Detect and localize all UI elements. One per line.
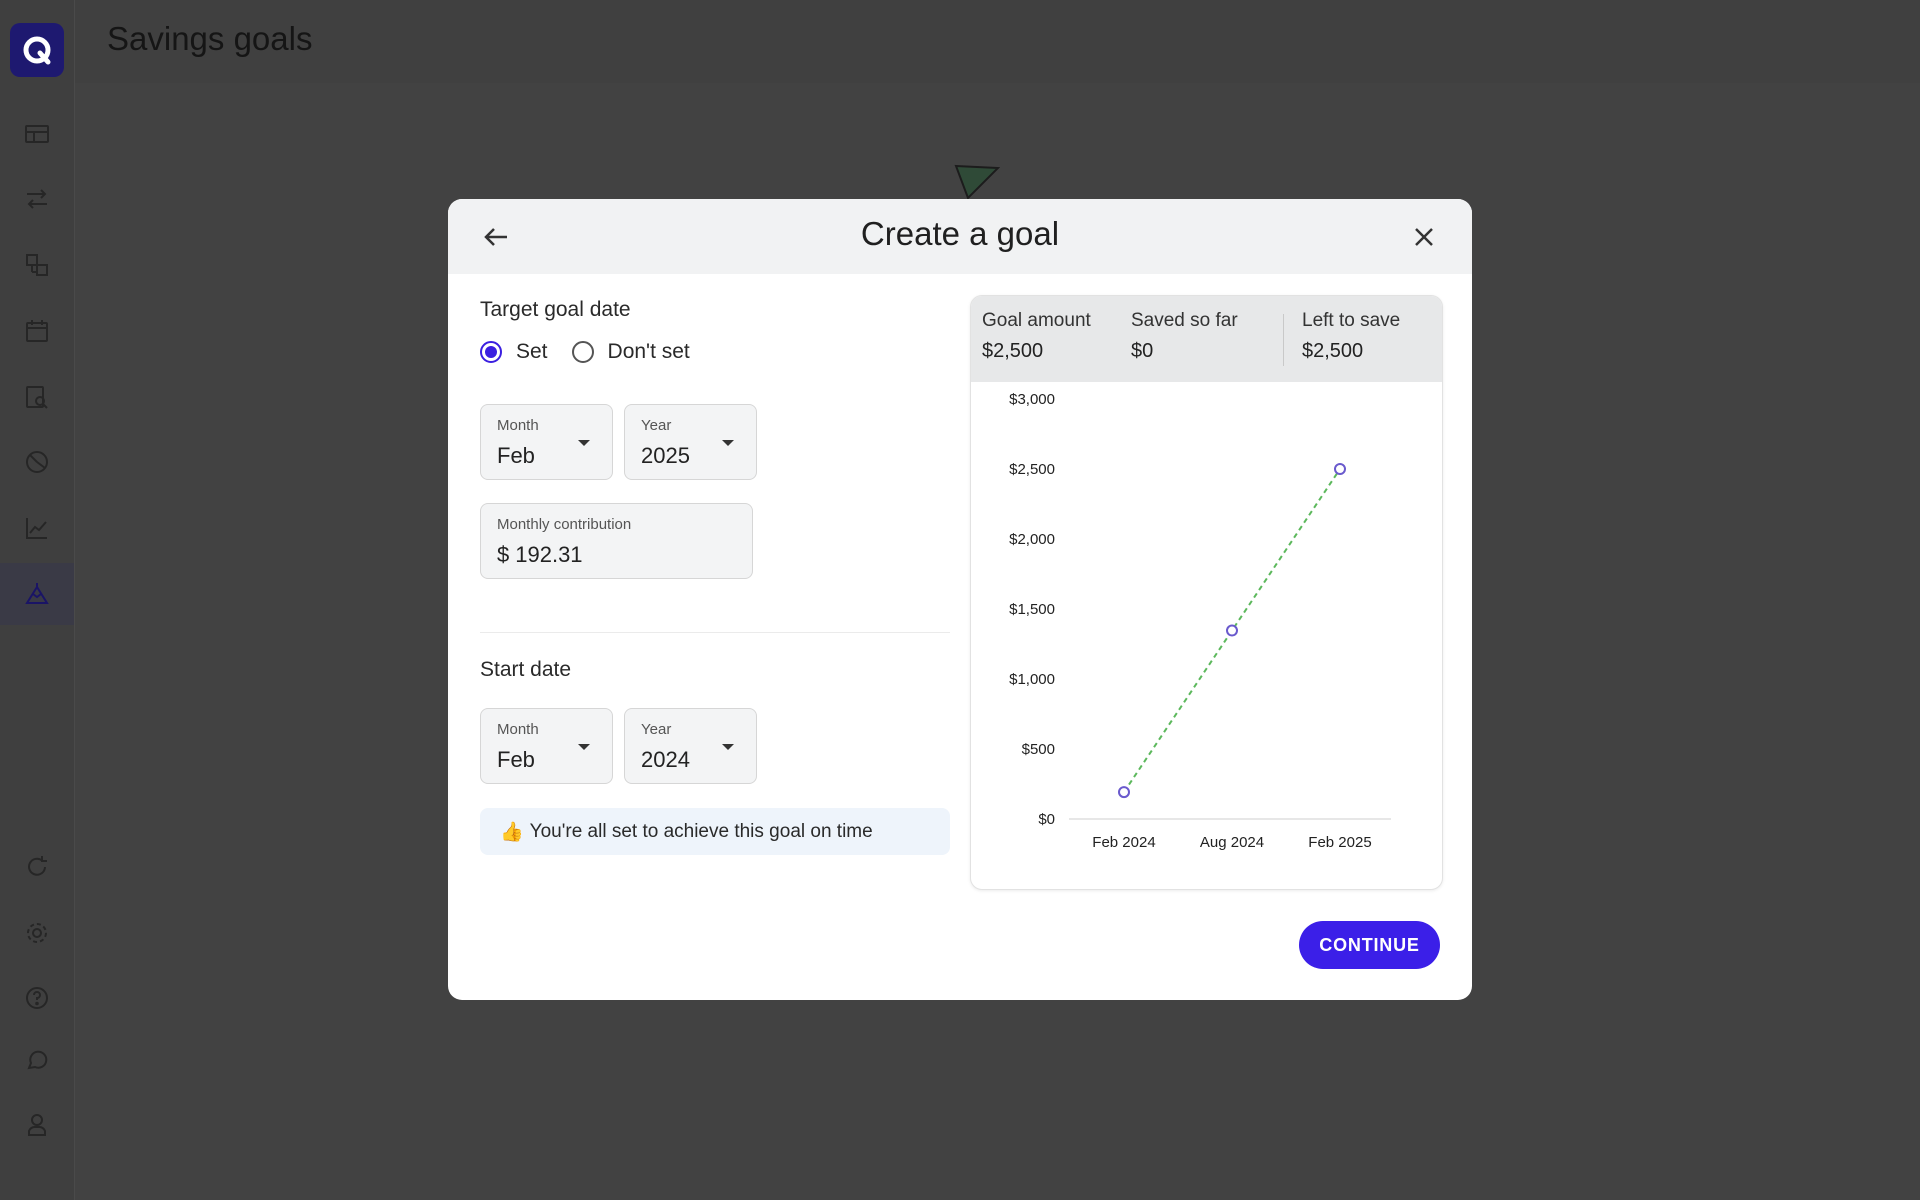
dialog-header: Create a goal	[448, 199, 1472, 274]
monthly-contribution-value[interactable]: 192.31	[515, 542, 582, 568]
sidebar-item-help[interactable]	[0, 967, 74, 1029]
create-goal-dialog: Create a goal Target goal date Set Don't…	[448, 199, 1472, 1000]
dialog-title: Create a goal	[860, 215, 1060, 252]
goal-amount-value: $2,500	[982, 340, 1044, 362]
sidebar-item-calendar[interactable]	[0, 300, 74, 362]
radio-dont-set-circle[interactable]	[571, 341, 594, 363]
y-tick-label: $1,000	[1009, 671, 1055, 688]
budget-pie-icon	[26, 451, 48, 473]
target-month-label: Month	[497, 417, 539, 434]
top-bar	[75, 0, 1920, 83]
sidebar-item-budget[interactable]	[0, 431, 74, 493]
chat-icon	[27, 1050, 48, 1070]
goal-projection-chart: $0 $500 $1,000 $1,500 $2,000 $2,500 $3,000 Feb …	[1009, 391, 1391, 851]
sidebar-item-chat[interactable]	[0, 1030, 74, 1092]
profile-icon	[28, 1114, 46, 1136]
investments-chart-icon	[26, 518, 47, 539]
x-tick-label: Feb 2025	[1308, 834, 1371, 851]
summary-goal-amount: Goal amount $2,500	[982, 310, 1091, 363]
sidebar-item-reports[interactable]	[0, 366, 74, 428]
on-track-notice: 👍 You're all set to achieve this goal on…	[480, 808, 950, 855]
x-tick-label: Aug 2024	[1200, 834, 1264, 851]
start-date-label: Start date	[480, 658, 572, 681]
page-title: Savings goals	[107, 20, 313, 57]
calendar-icon	[26, 320, 48, 342]
data-point	[1226, 624, 1238, 637]
target-year-select[interactable]: Year 2025	[624, 404, 757, 480]
close-icon[interactable]	[1408, 221, 1440, 253]
saved-value: $0	[1131, 340, 1154, 362]
start-year-select[interactable]: Year 2024	[624, 708, 757, 784]
saved-label: Saved so far	[1131, 310, 1238, 331]
notice-text: You're all set to achieve this goal on t…	[529, 820, 873, 842]
caret-down-icon	[578, 440, 590, 446]
radio-set-circle[interactable]	[480, 341, 502, 363]
radio-set-label: Set	[516, 340, 548, 363]
flag-illustration-icon	[954, 164, 1000, 200]
app-logo[interactable]	[10, 23, 64, 77]
goal-summary: Goal amount $2,500 Saved so far $0 Left …	[971, 296, 1442, 382]
x-tick-label: Feb 2024	[1092, 834, 1155, 851]
sidebar-item-settings[interactable]	[0, 902, 74, 964]
goals-mountain-icon	[25, 583, 49, 604]
sidebar	[0, 0, 75, 1200]
continue-button[interactable]: CONTINUE	[1299, 921, 1440, 969]
target-month-select[interactable]: Month Feb	[480, 404, 613, 480]
goal-amount-label: Goal amount	[982, 310, 1091, 331]
sidebar-item-investments[interactable]	[0, 497, 74, 559]
y-tick-label: $0	[1038, 811, 1055, 828]
caret-down-icon	[578, 744, 590, 750]
target-month-value: Feb	[497, 443, 535, 468]
summary-saved: Saved so far $0	[1131, 310, 1238, 363]
y-tick-label: $500	[1022, 741, 1055, 758]
help-icon	[26, 987, 48, 1009]
logo-q-icon	[23, 36, 51, 65]
sidebar-item-goals[interactable]	[0, 563, 74, 625]
data-point	[1118, 786, 1130, 799]
radio-set[interactable]: Set	[480, 340, 548, 364]
radio-dont-set-label: Don't set	[607, 340, 690, 363]
refresh-icon	[28, 856, 47, 876]
reports-search-icon	[26, 386, 48, 409]
target-goal-date-label: Target goal date	[480, 298, 631, 321]
target-year-value: 2025	[641, 443, 690, 468]
summary-left-to-save: Left to save $2,500	[1302, 310, 1400, 363]
start-month-label: Month	[497, 721, 539, 738]
target-year-label: Year	[641, 417, 672, 434]
data-point	[1334, 463, 1346, 475]
caret-down-icon	[722, 744, 734, 750]
left-to-save-value: $2,500	[1302, 340, 1364, 362]
start-month-select[interactable]: Month Feb	[480, 708, 613, 784]
goal-projection-card: Goal amount $2,500 Saved so far $0 Left …	[970, 295, 1443, 890]
transactions-icon	[27, 189, 47, 209]
sidebar-item-transactions[interactable]	[0, 168, 74, 230]
categories-icon	[26, 254, 48, 276]
caret-down-icon	[722, 440, 734, 446]
sidebar-item-categories[interactable]	[0, 234, 74, 296]
dashboard-icon	[25, 125, 49, 143]
thumbs-up-icon: 👍	[500, 821, 524, 843]
start-month-value: Feb	[497, 747, 535, 772]
sidebar-item-profile[interactable]	[0, 1094, 74, 1156]
y-tick-label: $3,000	[1009, 391, 1055, 408]
sidebar-item-refresh[interactable]	[0, 836, 74, 898]
monthly-contribution-field[interactable]: Monthly contribution $ 192.31	[480, 503, 753, 579]
radio-dont-set[interactable]: Don't set	[571, 340, 690, 364]
start-year-label: Year	[641, 721, 672, 738]
section-divider	[480, 632, 950, 633]
monthly-contribution-label: Monthly contribution	[497, 516, 632, 533]
sidebar-item-dashboard[interactable]	[0, 103, 74, 165]
start-year-value: 2024	[641, 747, 690, 772]
y-tick-label: $2,500	[1009, 461, 1055, 478]
left-to-save-label: Left to save	[1302, 310, 1401, 331]
summary-divider	[1283, 314, 1284, 366]
y-tick-label: $1,500	[1009, 601, 1055, 618]
target-date-radio-group: Set Don't set	[480, 340, 714, 364]
y-tick-label: $2,000	[1009, 531, 1055, 548]
currency-prefix: $	[497, 542, 510, 567]
settings-gear-icon	[27, 923, 47, 943]
